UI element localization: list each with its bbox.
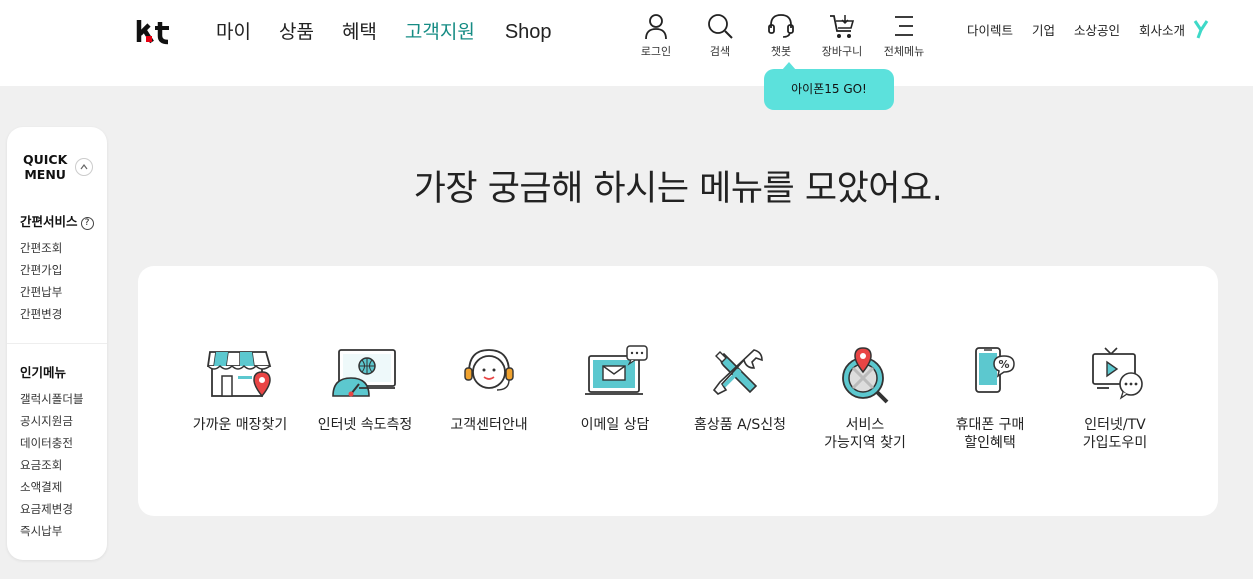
menu-icon [895, 16, 913, 36]
search-icon [708, 14, 733, 39]
search-button[interactable]: 검색 [690, 12, 750, 59]
service-label: 휴대폰 구매 할인혜택 [955, 417, 1025, 451]
quick-easy-list: 간편조회 간편가입 간편납부 간편변경 [20, 237, 62, 325]
chatbot-button[interactable]: 챗봇 [751, 12, 811, 59]
area-search-icon [842, 347, 889, 404]
quick-item[interactable]: 요금제변경 [20, 498, 83, 520]
login-button[interactable]: 로그인 [626, 12, 686, 59]
y-brand-icon[interactable] [1193, 19, 1209, 39]
page-headline: 가장 궁금해 하시는 메뉴를 모았어요. [413, 169, 943, 209]
all-menu-label: 전체메뉴 [883, 45, 925, 58]
quick-item[interactable]: 간편가입 [20, 259, 62, 281]
quick-item[interactable]: 갤럭시폴더블 [20, 388, 83, 410]
service-item-email[interactable]: 이메일 상담 [550, 344, 680, 434]
quick-item[interactable]: 간편조회 [20, 237, 62, 259]
link-direct[interactable]: 다이렉트 [967, 20, 1013, 39]
service-item-tv-help[interactable]: 인터넷/TV 가입도우미 [1050, 344, 1180, 452]
support-agent-icon [464, 349, 514, 391]
service-item-store[interactable]: 가까운 매장찾기 [175, 344, 305, 434]
tv-help-icon [1092, 347, 1143, 400]
service-item-home-as[interactable]: 홈상품 A/S신청 [675, 344, 805, 434]
service-label: 이메일 상담 [580, 417, 650, 433]
header: 마이 상품 혜택 고객지원 Shop 로그인 검색 챗봇 장바구니 전체메뉴 다… [0, 0, 1253, 86]
service-item-customer-center[interactable]: 고객센터안내 [424, 344, 554, 434]
all-menu-button[interactable]: 전체메뉴 [874, 12, 934, 59]
cart-label: 장바구니 [821, 45, 863, 58]
link-company[interactable]: 회사소개 [1139, 20, 1185, 39]
quick-item[interactable]: 간편납부 [20, 281, 62, 303]
service-item-speed-test[interactable]: 인터넷 속도측정 [300, 344, 430, 434]
nav-benefits[interactable]: 혜택 [342, 18, 377, 46]
service-item-area-search[interactable]: 서비스 가능지역 찾기 [800, 344, 930, 452]
chatbot-label: 챗봇 [770, 45, 792, 58]
service-label: 고객센터안내 [450, 417, 528, 433]
quick-section-popular: 인기메뉴 [20, 365, 67, 380]
quick-item[interactable]: 요금조회 [20, 454, 83, 476]
top-links: 다이렉트 기업 소상공인 회사소개 [948, 19, 1209, 39]
link-enterprise[interactable]: 기업 [1032, 20, 1055, 39]
service-card: 가까운 매장찾기 인터넷 속도측정 고객센터안내 이메일 상담 홈상품 A/S신… [138, 266, 1218, 516]
service-label: 홈상품 A/S신청 [693, 417, 787, 433]
nav-shop[interactable]: Shop [505, 18, 552, 46]
quick-item[interactable]: 즉시납부 [20, 520, 83, 542]
nav-support[interactable]: 고객지원 [405, 18, 475, 46]
person-icon [645, 14, 667, 40]
service-label: 서비스 가능지역 찾기 [824, 417, 906, 451]
quick-item[interactable]: 소액결제 [20, 476, 83, 498]
promo-tooltip[interactable]: 아이폰15 GO! [764, 62, 894, 110]
email-icon [585, 345, 648, 395]
help-icon[interactable]: ? [80, 217, 94, 230]
service-item-phone-discount[interactable]: % 휴대폰 구매 할인혜택 [925, 344, 1055, 452]
search-label: 검색 [709, 45, 731, 58]
svg-text:%: % [998, 358, 1009, 371]
quick-item[interactable]: 공시지원금 [20, 410, 83, 432]
phone-discount-icon: % [975, 347, 1015, 393]
quick-divider [7, 343, 107, 344]
service-label: 인터넷 속도측정 [317, 417, 413, 433]
main-nav: 마이 상품 혜택 고객지원 Shop [216, 18, 580, 46]
kt-logo[interactable] [136, 16, 172, 46]
quick-section-easy-label: 간편서비스 [20, 214, 78, 229]
quick-item[interactable]: 간편변경 [20, 303, 62, 325]
speed-test-icon [332, 349, 396, 397]
quick-popular-list: 갤럭시폴더블 공시지원금 데이터충전 요금조회 소액결제 요금제변경 즉시납부 [20, 388, 83, 542]
headset-icon [768, 14, 794, 38]
quick-section-easy: 간편서비스? [20, 211, 94, 230]
login-label: 로그인 [640, 45, 672, 58]
nav-products[interactable]: 상품 [279, 18, 314, 46]
cart-icon [830, 15, 855, 38]
store-icon [206, 351, 272, 398]
nav-my[interactable]: 마이 [216, 18, 251, 46]
service-label: 인터넷/TV 가입도우미 [1082, 417, 1148, 451]
tools-icon [712, 349, 763, 395]
cart-button[interactable]: 장바구니 [812, 12, 872, 59]
quick-item[interactable]: 데이터충전 [20, 432, 83, 454]
service-label: 가까운 매장찾기 [192, 417, 288, 433]
link-small-business[interactable]: 소상공인 [1074, 20, 1120, 39]
